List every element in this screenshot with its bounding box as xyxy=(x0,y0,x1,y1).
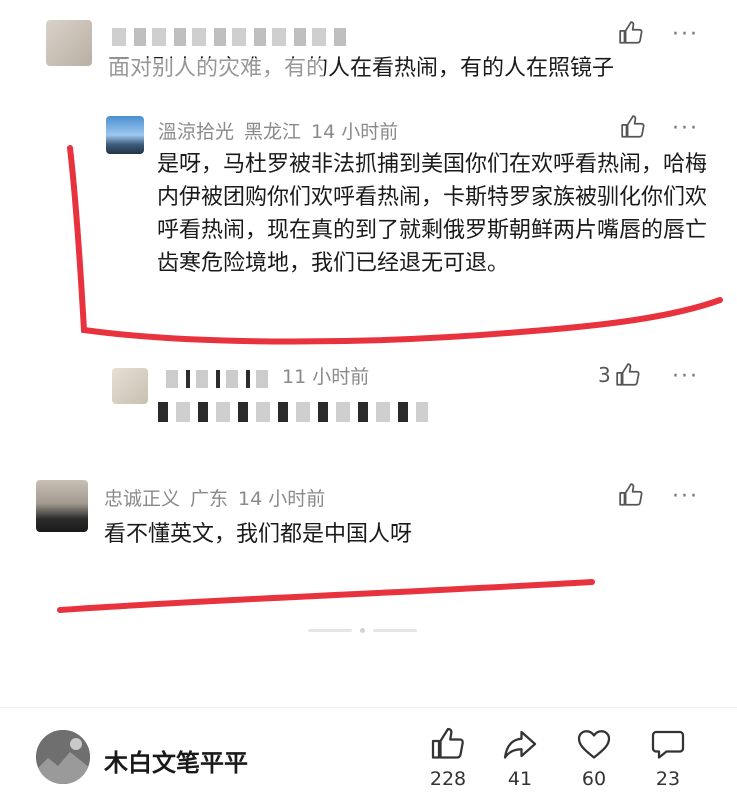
timestamp: 14 小时前 xyxy=(238,488,326,510)
comment-bubble-icon xyxy=(651,730,685,759)
like-button[interactable] xyxy=(618,482,644,508)
location: 黑龙江 xyxy=(244,121,302,143)
more-button[interactable]: ··· xyxy=(672,486,699,508)
like-action[interactable]: 228 xyxy=(418,726,478,790)
timestamp: 14 小时前 xyxy=(311,121,399,143)
share-action[interactable]: 41 xyxy=(490,726,550,790)
pager-dot xyxy=(360,628,365,633)
blurred-username xyxy=(166,370,276,388)
heart-icon xyxy=(577,730,611,759)
avatar[interactable] xyxy=(112,368,148,404)
comment-action[interactable]: 23 xyxy=(638,726,698,790)
thumbs-up-icon xyxy=(619,21,643,44)
favorite-count: 60 xyxy=(581,768,607,790)
pagination-indicator xyxy=(308,628,417,633)
pager-line xyxy=(373,629,417,632)
author-avatar-image xyxy=(36,730,90,784)
favorite-action[interactable]: 60 xyxy=(564,726,624,790)
comment-body: 看不懂英文，我们都是中国人呀 xyxy=(104,522,413,547)
like-button[interactable] xyxy=(618,20,644,46)
thumbs-up-icon xyxy=(619,483,643,506)
more-button[interactable]: ··· xyxy=(672,366,699,388)
thumbs-up-icon xyxy=(616,363,640,386)
like-count: 228 xyxy=(429,768,467,790)
username[interactable]: 溫涼拾光 xyxy=(158,121,234,143)
like-count: 3 xyxy=(598,363,611,387)
comment-meta: 溫涼拾光 黑龙江 14 小时前 xyxy=(158,117,408,144)
author-name[interactable]: 木白文笔平平 xyxy=(104,743,248,778)
comment-body: 是呀，马杜罗被非法抓捕到美国你们在欢呼看热闹，哈梅内伊被团购你们欢呼看热闹，卡斯… xyxy=(157,152,708,276)
like-button[interactable] xyxy=(620,114,646,140)
blur-mask xyxy=(104,58,324,84)
more-button[interactable]: ··· xyxy=(672,118,699,140)
author-avatar[interactable] xyxy=(36,730,90,784)
comment-count: 23 xyxy=(655,768,681,790)
timestamp: 11 小时前 xyxy=(282,366,370,388)
username[interactable]: 忠诚正义 xyxy=(104,488,180,510)
comment-meta: 忠诚正义 广东 14 小时前 xyxy=(104,484,335,511)
location: 广东 xyxy=(190,488,229,510)
more-button[interactable]: ··· xyxy=(672,24,699,46)
avatar[interactable] xyxy=(106,116,144,154)
blurred-username xyxy=(112,28,352,46)
pager-line xyxy=(308,629,352,632)
like-button[interactable]: 3 xyxy=(598,362,641,388)
avatar[interactable] xyxy=(36,480,88,532)
thumbs-up-icon xyxy=(431,727,464,759)
blurred-text xyxy=(158,402,428,422)
avatar[interactable] xyxy=(46,20,92,66)
bottom-action-bar: 木白文笔平平 228 41 60 23 xyxy=(0,708,737,800)
thumbs-up-icon xyxy=(621,115,645,138)
red-underline xyxy=(57,579,595,613)
share-arrow-icon xyxy=(503,730,537,759)
share-count: 41 xyxy=(507,768,533,790)
